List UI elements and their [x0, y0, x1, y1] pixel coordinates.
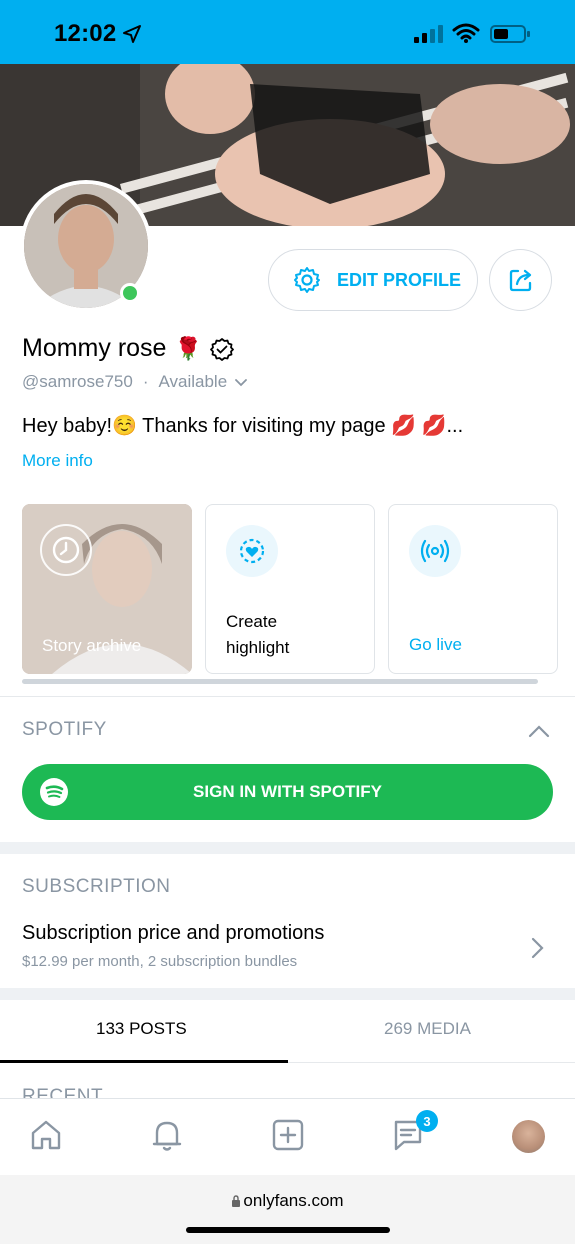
- status-bar: 12:02: [0, 0, 575, 64]
- share-profile-button[interactable]: [489, 249, 552, 311]
- nav-profile-avatar[interactable]: [512, 1120, 545, 1153]
- profile-name-row: Mommy rose 🌹: [22, 334, 234, 363]
- cards-scrollbar[interactable]: [22, 679, 538, 684]
- url-text: onlyfans.com: [243, 1191, 344, 1210]
- status-time: 12:02: [54, 20, 117, 47]
- edit-profile-button[interactable]: EDIT PROFILE: [268, 249, 478, 311]
- add-post-icon[interactable]: [270, 1117, 306, 1153]
- go-live-card[interactable]: Go live: [388, 504, 558, 674]
- divider: [0, 696, 575, 697]
- profile-bio: Hey baby!☺️ Thanks for visiting my page …: [22, 415, 464, 437]
- online-status-dot: [120, 283, 140, 303]
- history-icon: [40, 524, 92, 576]
- profile-name: Mommy rose: [22, 334, 167, 362]
- section-divider: [0, 988, 575, 1000]
- create-highlight-card[interactable]: Create highlight: [205, 504, 375, 674]
- wifi-icon: [452, 23, 480, 43]
- home-icon[interactable]: [28, 1117, 64, 1153]
- bell-icon[interactable]: [149, 1117, 185, 1153]
- broadcast-icon: [409, 525, 461, 577]
- profile-handle: @samrose750: [22, 372, 133, 391]
- gear-icon: [294, 267, 320, 293]
- messages-badge: 3: [416, 1110, 438, 1132]
- spotify-button-label: SIGN IN WITH SPOTIFY: [193, 782, 382, 801]
- story-archive-label: Story archive: [42, 636, 142, 655]
- create-highlight-label: Create highlight: [226, 609, 289, 661]
- lock-icon: [232, 1195, 241, 1207]
- active-tab-indicator: [0, 1060, 288, 1063]
- chevron-up-icon[interactable]: [527, 720, 551, 742]
- more-info-link[interactable]: More info: [22, 451, 93, 471]
- signal-icon: [414, 25, 443, 43]
- tab-media[interactable]: 269 MEDIA: [384, 1019, 471, 1039]
- bottom-navigation: [0, 1098, 575, 1175]
- story-archive-card[interactable]: Story archive: [22, 504, 192, 674]
- section-divider: [0, 842, 575, 854]
- go-live-label: Go live: [409, 635, 462, 654]
- handle-separator: ·: [142, 372, 149, 391]
- highlight-heart-icon: [226, 525, 278, 577]
- subscription-row-title[interactable]: Subscription price and promotions: [22, 922, 324, 945]
- chevron-down-icon[interactable]: [233, 374, 249, 390]
- spotify-logo-icon: [40, 778, 68, 806]
- battery-icon: [490, 25, 530, 43]
- chevron-right-icon[interactable]: [528, 936, 546, 960]
- location-arrow-icon: [123, 25, 141, 43]
- tab-posts[interactable]: 133 POSTS: [96, 1019, 187, 1039]
- share-icon: [509, 269, 531, 292]
- recent-label: RECENT: [22, 1086, 104, 1098]
- spotify-sign-in-button[interactable]: SIGN IN WITH SPOTIFY: [22, 764, 553, 820]
- verified-badge-icon: [209, 337, 234, 361]
- home-indicator[interactable]: [186, 1227, 390, 1233]
- create-highlight-line1: Create: [226, 612, 278, 631]
- availability-status[interactable]: Available: [158, 372, 227, 392]
- rose-emoji: 🌹: [174, 335, 202, 361]
- spotify-section-title: SPOTIFY: [22, 719, 107, 740]
- edit-profile-label: EDIT PROFILE: [337, 269, 462, 290]
- handle-row: @samrose750 · Available: [22, 372, 249, 392]
- subscription-row-subtitle: $12.99 per month, 2 subscription bundles: [22, 953, 298, 970]
- url-row[interactable]: onlyfans.com: [0, 1191, 575, 1211]
- subscription-section-title: SUBSCRIPTION: [22, 876, 171, 897]
- create-highlight-line2: highlight: [226, 638, 290, 657]
